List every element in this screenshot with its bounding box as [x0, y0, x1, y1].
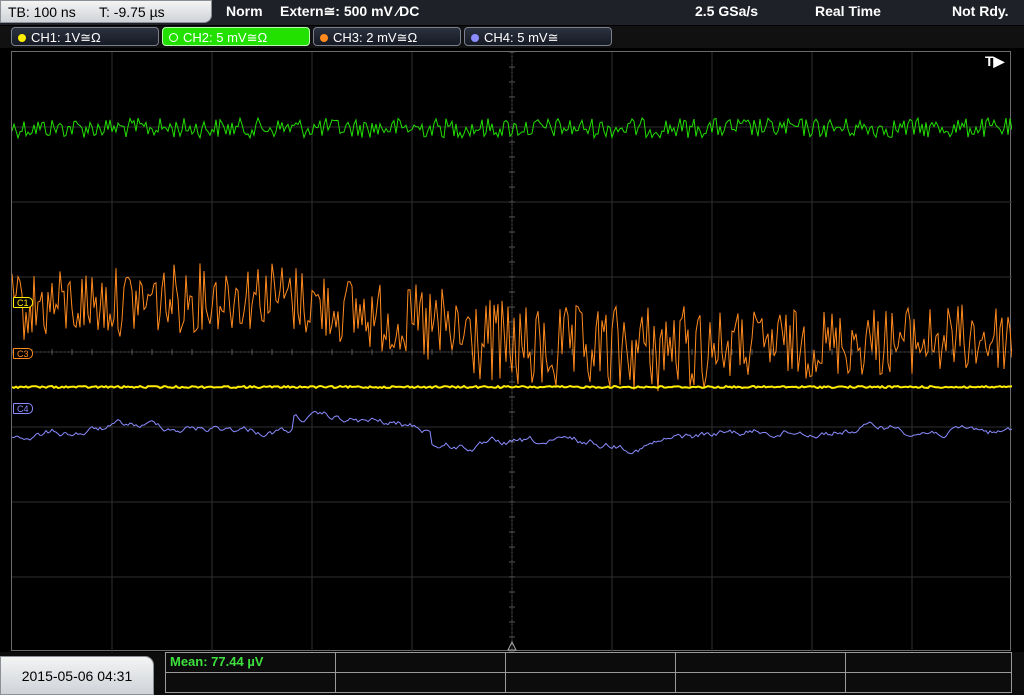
tab-ch4-label: CH4: 5 mV≅ [484, 30, 559, 45]
waveform-svg [12, 52, 1012, 652]
measurement-cell[interactable] [506, 653, 676, 673]
tab-ch3-label: CH3: 2 mV≅Ω [333, 30, 418, 45]
datetime: 2015-05-06 04:31 [0, 656, 154, 695]
measurement-cell[interactable] [846, 653, 1011, 673]
tab-ch3[interactable]: CH3: 2 mV≅Ω [313, 27, 461, 46]
timebase-label: TB: 100 ns [8, 4, 76, 20]
tab-ch4[interactable]: CH4: 5 mV≅ [464, 27, 612, 46]
measurement-cell[interactable] [336, 653, 506, 673]
trigger-mode[interactable]: Norm [226, 3, 263, 19]
grid [12, 52, 1012, 652]
trigger-source[interactable]: Extern≅: 500 mV ⁄DC [280, 3, 419, 20]
ch4-offset-marker[interactable]: C4 [13, 403, 33, 414]
ch4-dot-icon [471, 34, 479, 42]
tab-ch2[interactable]: CH2: 5 mV≅Ω [162, 27, 310, 46]
timebase-box[interactable]: TB: 100 ns T: -9.75 µs [0, 0, 212, 23]
channel-tabs: CH1: 1V≅Ω CH2: 5 mV≅Ω CH3: 2 mV≅Ω CH4: 5… [0, 26, 1024, 48]
acquire-mode[interactable]: Real Time [815, 3, 881, 19]
trigger-level-marker[interactable]: T▶ [985, 53, 1004, 70]
ch3-dot-icon [320, 34, 328, 42]
ch2-dot-icon [169, 33, 178, 42]
ch3-offset-marker[interactable]: C3 [13, 348, 33, 359]
run-status: Not Rdy. [952, 3, 1009, 19]
tab-ch1[interactable]: CH1: 1V≅Ω [11, 27, 159, 46]
mean-value: Mean: 77.44 µV [170, 654, 264, 669]
waveform-display[interactable] [11, 51, 1012, 652]
measurement-cell[interactable] [676, 673, 846, 693]
measurement-cell[interactable]: Mean: 77.44 µV [166, 653, 336, 673]
sample-rate[interactable]: 2.5 GSa/s [695, 3, 758, 19]
ch1-offset-marker[interactable]: C1 [13, 297, 33, 308]
trigger-time-label: T: -9.75 µs [99, 4, 165, 20]
ch1-dot-icon [18, 34, 26, 42]
measurement-table[interactable]: Mean: 77.44 µV [165, 652, 1012, 693]
tab-ch2-label: CH2: 5 mV≅Ω [183, 30, 268, 45]
measurement-cell[interactable] [166, 673, 336, 693]
measurement-bar: 2015-05-06 04:31 Mean: 77.44 µV [0, 652, 1024, 695]
measurement-cell[interactable] [506, 673, 676, 693]
measurement-cell[interactable] [846, 673, 1011, 693]
measurement-cell[interactable] [676, 653, 846, 673]
tab-ch1-label: CH1: 1V≅Ω [31, 30, 101, 45]
status-bar: TB: 100 ns T: -9.75 µs Norm Extern≅: 500… [0, 0, 1024, 25]
measurement-cell[interactable] [336, 673, 506, 693]
